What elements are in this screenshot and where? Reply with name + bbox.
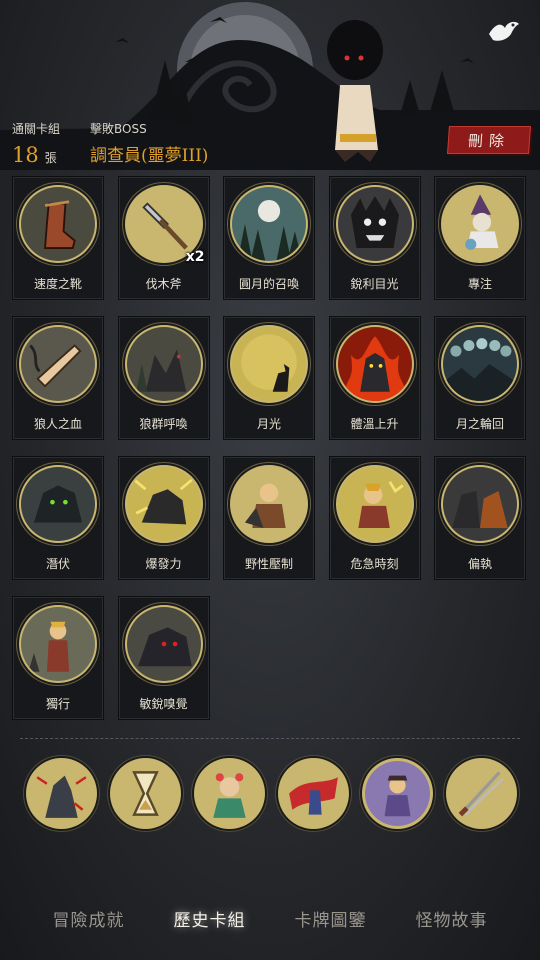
card-16[interactable]: 獨行 bbox=[12, 596, 104, 720]
card-name: 潛伏 bbox=[45, 557, 70, 571]
relic-5[interactable] bbox=[362, 758, 433, 829]
boss-label: 擊敗BOSS bbox=[90, 122, 147, 136]
cleared-decks-label: 通關卡組 bbox=[12, 122, 61, 136]
card-14[interactable]: 危急時刻 bbox=[328, 456, 421, 580]
boss-name: 調查員(噩夢III) bbox=[90, 146, 209, 166]
card-name: 速度之靴 bbox=[33, 277, 82, 291]
tab-3[interactable]: 卡牌圖鑒 bbox=[295, 896, 367, 940]
card-count-badge: x2 bbox=[185, 249, 205, 265]
card-name: 獨行 bbox=[45, 697, 70, 711]
burst-wolf-icon bbox=[124, 465, 203, 543]
tab-1[interactable]: 冒險成就 bbox=[53, 896, 125, 940]
bandit-relic-icon bbox=[365, 761, 430, 826]
card-name: 狼群呼喚 bbox=[139, 417, 188, 431]
wild-suppress-icon bbox=[230, 465, 308, 543]
card-name: 月光 bbox=[256, 417, 281, 431]
hourglass-relic-icon bbox=[113, 761, 178, 826]
lone-boy-icon bbox=[19, 605, 97, 683]
fire-werewolf-icon bbox=[335, 325, 414, 403]
cleared-decks-unit: 張 bbox=[44, 151, 57, 165]
crisis-boy-icon bbox=[335, 465, 414, 543]
card-9[interactable]: 體溫上升 bbox=[328, 316, 421, 440]
card-name: 偏執 bbox=[467, 557, 492, 571]
card-7[interactable]: 狼群呼喚 bbox=[117, 316, 210, 440]
bird-icon bbox=[489, 21, 519, 41]
card-name: 伐木斧 bbox=[145, 277, 182, 291]
defeated-boss-stat: 擊敗BOSS 調查員(噩夢III) bbox=[90, 120, 208, 166]
card-6[interactable]: 狼人之血 bbox=[12, 316, 104, 440]
relic-6[interactable] bbox=[446, 758, 517, 829]
card-12[interactable]: 爆發力 bbox=[117, 456, 210, 580]
wolf-pack-icon bbox=[124, 325, 203, 403]
blades-relic-icon bbox=[449, 761, 514, 826]
card-13[interactable]: 野性壓制 bbox=[223, 456, 315, 580]
bear-wolf-icon bbox=[441, 465, 519, 543]
card-name: 圓月的召喚 bbox=[238, 277, 299, 291]
flower-girl-relic-icon bbox=[197, 761, 262, 826]
tab-2[interactable]: 歷史卡組 bbox=[174, 896, 246, 940]
delete-button[interactable]: 刪除 bbox=[447, 126, 531, 154]
card-name: 爆發力 bbox=[145, 557, 182, 571]
relic-3[interactable] bbox=[194, 758, 265, 829]
relic-2[interactable] bbox=[110, 758, 181, 829]
full-moon-forest-icon bbox=[230, 185, 308, 263]
relic-row bbox=[26, 758, 517, 829]
card-10[interactable]: 月之輪回 bbox=[434, 316, 526, 440]
relic-1[interactable] bbox=[26, 758, 97, 829]
card-name: 體溫上升 bbox=[350, 417, 399, 431]
boot-icon bbox=[19, 185, 97, 263]
card-1[interactable]: 速度之靴 bbox=[12, 176, 104, 300]
transforming-arm-icon bbox=[19, 325, 97, 403]
witch-icon bbox=[441, 185, 519, 263]
card-name: 專注 bbox=[467, 277, 492, 291]
sniffing-wolf-icon bbox=[124, 605, 203, 683]
werewolf-face-icon bbox=[335, 185, 414, 263]
card-name: 危急時刻 bbox=[350, 557, 399, 571]
card-grid: 速度之靴 x2 伐木斧 圓月的召喚 銳利目光 專注 狼人之血 狼群呼喚 月光 體溫上升 月之輪回 潛伏… bbox=[12, 176, 530, 720]
howling-moon-icon bbox=[230, 325, 308, 403]
howling-wolf-relic-icon bbox=[29, 761, 94, 826]
card-15[interactable]: 偏執 bbox=[434, 456, 526, 580]
divider bbox=[20, 738, 520, 739]
bird-menu-button[interactable] bbox=[486, 14, 522, 50]
relic-4[interactable] bbox=[278, 758, 349, 829]
card-17[interactable]: 敏銳嗅覺 bbox=[117, 596, 210, 720]
moon-phases-icon bbox=[441, 325, 519, 403]
bottom-tab-bar: 冒險成就 歷史卡組 卡牌圖鑒 怪物故事 bbox=[0, 896, 540, 940]
cleared-decks-stat: 通關卡組 18 張 bbox=[12, 120, 60, 167]
card-3[interactable]: 圓月的召喚 bbox=[223, 176, 315, 300]
card-name: 銳利目光 bbox=[350, 277, 399, 291]
tab-4[interactable]: 怪物故事 bbox=[416, 896, 488, 940]
lurking-wolf-icon bbox=[19, 465, 97, 543]
card-name: 月之輪回 bbox=[455, 417, 504, 431]
card-8[interactable]: 月光 bbox=[223, 316, 315, 440]
caped-hero-relic-icon bbox=[281, 761, 346, 826]
card-11[interactable]: 潛伏 bbox=[12, 456, 104, 580]
history-deck-screen: 通關卡組 18 張 擊敗BOSS 調查員(噩夢III) 刪除 速度之靴 x2 伐木斧… bbox=[0, 0, 540, 960]
card-name: 野性壓制 bbox=[244, 557, 293, 571]
card-4[interactable]: 銳利目光 bbox=[328, 176, 421, 300]
card-name: 狼人之血 bbox=[33, 417, 82, 431]
card-5[interactable]: 專注 bbox=[434, 176, 526, 300]
card-2[interactable]: x2 伐木斧 bbox=[117, 176, 210, 300]
cleared-decks-count: 18 bbox=[12, 143, 39, 167]
card-name: 敏銳嗅覺 bbox=[139, 697, 188, 711]
